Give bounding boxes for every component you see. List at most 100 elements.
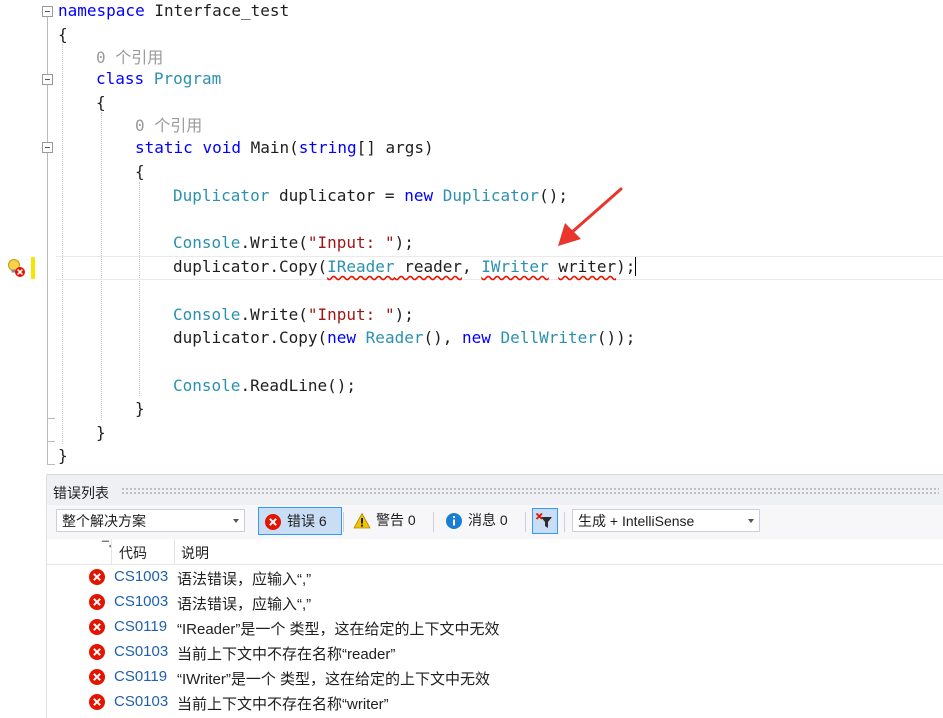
error-code-link[interactable]: CS1003 bbox=[114, 568, 168, 585]
error-row[interactable]: CS1003 语法错误，应输入“,” bbox=[47, 564, 943, 589]
toolbar-separator bbox=[433, 512, 434, 532]
collapse-class-icon[interactable] bbox=[42, 74, 53, 85]
string-literal: "Input: " bbox=[307, 233, 395, 252]
code-text: duplicator = bbox=[269, 186, 405, 205]
error-list-toolbar: 整个解决方案 错误 6 警告 0 消息 0 生成 + IntelliSense bbox=[47, 505, 943, 539]
type-name: Console bbox=[173, 376, 241, 395]
code-text: .ReadLine bbox=[240, 376, 328, 395]
code-line-4[interactable]: class Program bbox=[96, 68, 221, 90]
error-row[interactable]: CS1003 语法错误，应输入“,” bbox=[47, 589, 943, 614]
warnings-filter-button[interactable]: 警告 0 bbox=[348, 507, 428, 535]
column-divider[interactable] bbox=[111, 539, 112, 564]
drag-grip[interactable] bbox=[121, 487, 939, 494]
code-text: ); bbox=[394, 305, 414, 324]
error-row[interactable]: CS0119 “IWriter”是一个 类型，这在给定的上下文中无效 bbox=[47, 664, 943, 689]
code-line-2[interactable]: { bbox=[58, 24, 68, 46]
namespace-name: Interface_test bbox=[144, 1, 290, 20]
error-code-link[interactable]: CS1003 bbox=[114, 593, 168, 610]
warning-triangle-icon bbox=[353, 512, 371, 529]
lightbulb-error-icon[interactable] bbox=[6, 257, 28, 279]
column-header-description[interactable]: 说明 bbox=[181, 543, 209, 563]
code-line-1[interactable]: namespace Interface_test bbox=[58, 0, 289, 22]
outline-end bbox=[47, 464, 55, 465]
error-code-link[interactable]: CS0119 bbox=[114, 618, 167, 635]
type-name: Console bbox=[173, 305, 241, 324]
code-text: ); bbox=[616, 257, 636, 276]
code-line-11-error[interactable]: duplicator.Copy(IReader reader, IWriter … bbox=[173, 256, 637, 278]
string-literal: "Input: " bbox=[307, 305, 395, 324]
annotation-arrow-icon bbox=[558, 187, 623, 246]
error-row[interactable]: CS0119 “IReader”是一个 类型，这在给定的上下文中无效 bbox=[47, 614, 943, 639]
code-line-13[interactable]: duplicator.Copy(new Reader(), new DellWr… bbox=[173, 327, 635, 349]
panel-title-bar[interactable]: 错误列表 bbox=[47, 474, 943, 506]
messages-filter-button[interactable]: 消息 0 bbox=[440, 507, 520, 535]
type-name: Console bbox=[173, 233, 241, 252]
error-code-link[interactable]: CS0119 bbox=[114, 668, 167, 685]
messages-filter-label: 消息 0 bbox=[468, 512, 508, 528]
error-code-link[interactable]: CS0103 bbox=[114, 643, 168, 660]
panel-title: 错误列表 bbox=[53, 485, 109, 501]
code-line-9[interactable]: Duplicator duplicator = new Duplicator()… bbox=[173, 185, 568, 207]
errors-filter-button[interactable]: 错误 6 bbox=[258, 507, 342, 535]
codelens-text[interactable]: 0 个引用 bbox=[96, 48, 163, 67]
error-list-panel: 错误列表 整个解决方案 错误 6 警告 0 消息 0 生成 + IntelliS… bbox=[46, 474, 943, 718]
error-description: 当前上下文中不存在名称“writer” bbox=[177, 696, 389, 713]
code-line-14[interactable]: Console.ReadLine(); bbox=[173, 375, 356, 397]
toolbar-separator bbox=[564, 512, 565, 532]
code-line-7[interactable]: static void Main(string[] args) bbox=[135, 137, 434, 159]
error-description: “IWriter”是一个 类型，这在给定的上下文中无效 bbox=[177, 671, 491, 688]
warnings-filter-label: 警告 0 bbox=[376, 512, 416, 528]
code-line-17[interactable]: } bbox=[58, 445, 68, 467]
type-name-error[interactable]: IReader bbox=[327, 257, 394, 276]
error-circle-icon bbox=[89, 669, 105, 685]
code-line-15[interactable]: } bbox=[135, 398, 145, 420]
brace: { bbox=[96, 93, 106, 112]
error-circle-icon bbox=[89, 569, 105, 585]
collapse-namespace-icon[interactable] bbox=[42, 6, 53, 17]
codelens-references[interactable]: 0 个引用 bbox=[96, 47, 163, 69]
code-text: ()); bbox=[596, 328, 636, 347]
keyword: string bbox=[298, 138, 357, 157]
chevron-down-icon bbox=[233, 519, 239, 523]
brace: } bbox=[58, 446, 68, 465]
error-description: 语法错误，应输入“,” bbox=[177, 571, 312, 588]
brace: } bbox=[96, 423, 106, 442]
error-grid-header: ▔▪ 代码 说明 bbox=[47, 539, 943, 565]
error-code-link[interactable]: CS0103 bbox=[114, 693, 168, 710]
collapse-method-icon[interactable] bbox=[42, 142, 53, 153]
codelens-references[interactable]: 0 个引用 bbox=[135, 115, 202, 137]
keyword: class bbox=[96, 69, 145, 88]
code-line-10[interactable]: Console.Write("Input: "); bbox=[173, 232, 414, 254]
type-name: Duplicator bbox=[173, 186, 270, 205]
keyword: namespace bbox=[58, 1, 145, 20]
error-row[interactable]: CS0103 当前上下文中不存在名称“writer” bbox=[47, 689, 943, 714]
keyword: new bbox=[462, 328, 491, 347]
column-divider[interactable] bbox=[174, 539, 175, 564]
outline-end bbox=[47, 441, 55, 442]
error-circle-icon bbox=[89, 644, 105, 660]
params: [] args) bbox=[356, 138, 434, 157]
type-name-error[interactable]: IWriter bbox=[481, 257, 548, 276]
column-header-code[interactable]: 代码 bbox=[119, 543, 147, 563]
code-line-5[interactable]: { bbox=[96, 92, 106, 114]
build-source-value: 生成 + IntelliSense bbox=[578, 513, 695, 529]
param-error[interactable]: reader bbox=[395, 257, 462, 276]
type-name: DellWriter bbox=[500, 328, 597, 347]
build-source-dropdown[interactable]: 生成 + IntelliSense bbox=[572, 509, 760, 532]
error-description: 语法错误，应输入“,” bbox=[177, 596, 312, 613]
filter-toggle-button[interactable] bbox=[532, 508, 558, 534]
param-error[interactable]: writer bbox=[558, 257, 616, 276]
code-text: , bbox=[462, 257, 482, 276]
code-text: (); bbox=[327, 376, 357, 395]
scope-dropdown[interactable]: 整个解决方案 bbox=[56, 509, 245, 532]
indent-guide bbox=[139, 182, 140, 396]
codelens-text[interactable]: 0 个引用 bbox=[135, 116, 202, 135]
code-line-8[interactable]: { bbox=[135, 161, 145, 183]
outline-end bbox=[47, 418, 55, 419]
code-line-16[interactable]: } bbox=[96, 422, 106, 444]
brace: } bbox=[135, 399, 145, 418]
code-line-12[interactable]: Console.Write("Input: "); bbox=[173, 304, 414, 326]
code-editor[interactable]: namespace Interface_test { 0 个引用 class P… bbox=[0, 0, 943, 474]
error-row[interactable]: CS0103 当前上下文中不存在名称“reader” bbox=[47, 639, 943, 664]
